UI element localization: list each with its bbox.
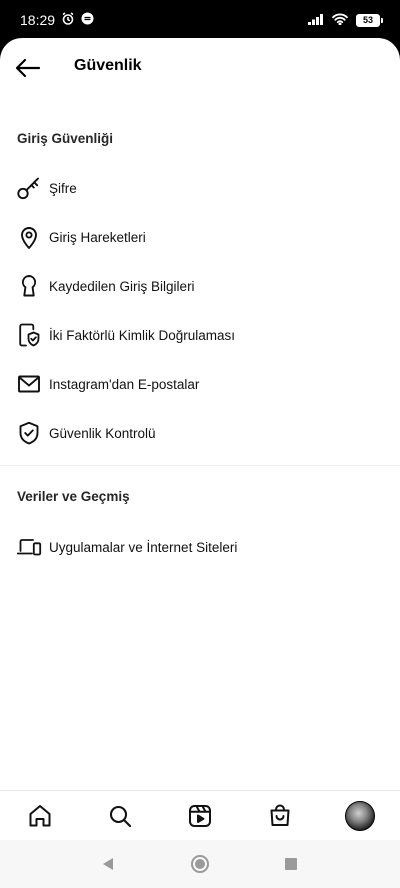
menu-item-login-activity[interactable]: Giriş Hareketleri bbox=[0, 215, 400, 259]
menu-item-password[interactable]: Şifre bbox=[0, 166, 400, 210]
key-icon bbox=[16, 175, 42, 201]
menu-item-emails-from-instagram[interactable]: Instagram'dan E-postalar bbox=[0, 362, 400, 406]
screen: 18:29 53 Güvenlik Giriş Güvenliği Şifre … bbox=[0, 0, 400, 888]
envelope-icon bbox=[16, 371, 42, 397]
menu-item-two-factor-auth[interactable]: İki Faktörlü Kimlik Doğrulaması bbox=[0, 313, 400, 357]
reels-icon bbox=[189, 805, 211, 827]
signal-icon bbox=[308, 12, 326, 28]
nav-profile-button[interactable] bbox=[343, 799, 377, 833]
menu-item-security-checkup[interactable]: Güvenlik Kontrolü bbox=[0, 411, 400, 455]
menu-label: Uygulamalar ve İnternet Siteleri bbox=[49, 539, 238, 555]
messenger-notification-icon bbox=[81, 12, 94, 28]
search-icon bbox=[109, 805, 132, 828]
bottom-nav bbox=[0, 790, 400, 841]
nav-shop-button[interactable] bbox=[263, 799, 297, 833]
status-right: 53 bbox=[308, 12, 383, 28]
section-header-data-history: Veriler ve Geçmiş bbox=[17, 489, 130, 504]
status-time: 18:29 bbox=[20, 12, 56, 28]
system-back-button[interactable] bbox=[96, 852, 120, 876]
keyhole-icon bbox=[16, 273, 42, 299]
back-button[interactable] bbox=[12, 52, 44, 84]
battery-level: 53 bbox=[362, 14, 373, 25]
menu-label: Instagram'dan E-postalar bbox=[49, 376, 200, 392]
status-bar: 18:29 53 bbox=[0, 0, 400, 40]
menu-label: Şifre bbox=[49, 180, 77, 196]
menu-label: Kaydedilen Giriş Bilgileri bbox=[49, 278, 195, 294]
nav-home-button[interactable] bbox=[23, 799, 57, 833]
shop-icon bbox=[270, 804, 290, 826]
nav-search-button[interactable] bbox=[103, 799, 137, 833]
section-header-login-security: Giriş Güvenliği bbox=[17, 131, 114, 146]
wifi-icon bbox=[332, 12, 348, 28]
menu-label: İki Faktörlü Kimlik Doğrulaması bbox=[49, 327, 236, 343]
page-title: Güvenlik bbox=[74, 57, 142, 74]
profile-avatar bbox=[345, 801, 375, 831]
laptop-phone-icon bbox=[16, 534, 42, 560]
recents-square-icon bbox=[285, 858, 297, 870]
location-pin-icon bbox=[16, 224, 42, 250]
menu-item-apps-and-websites[interactable]: Uygulamalar ve İnternet Siteleri bbox=[0, 525, 400, 569]
home-icon bbox=[29, 805, 51, 827]
security-page: Güvenlik Giriş Güvenliği Şifre Giriş Har… bbox=[0, 38, 400, 888]
shield-check-icon bbox=[16, 420, 42, 446]
battery-indicator: 53 bbox=[356, 13, 383, 27]
menu-item-saved-login-info[interactable]: Kaydedilen Giriş Bilgileri bbox=[0, 264, 400, 308]
nav-reels-button[interactable] bbox=[183, 799, 217, 833]
menu-label: Giriş Hareketleri bbox=[49, 229, 146, 245]
alarm-icon bbox=[61, 11, 75, 29]
back-arrow-icon bbox=[15, 58, 41, 78]
system-home-button[interactable] bbox=[188, 852, 212, 876]
section-divider bbox=[0, 465, 400, 466]
device-shield-icon bbox=[16, 322, 42, 348]
status-left: 18:29 bbox=[20, 11, 94, 29]
back-triangle-icon bbox=[103, 858, 113, 870]
system-recents-button[interactable] bbox=[279, 852, 303, 876]
system-navigation-bar bbox=[0, 840, 400, 888]
header: Güvenlik bbox=[0, 38, 400, 96]
home-circle-icon bbox=[191, 855, 209, 873]
menu-label: Güvenlik Kontrolü bbox=[49, 425, 156, 441]
